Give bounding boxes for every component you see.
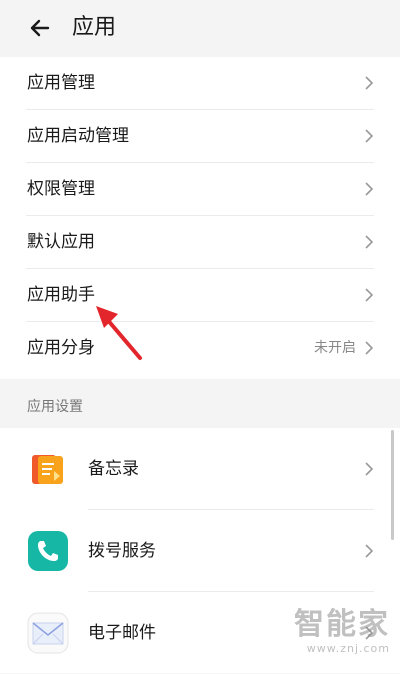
app-item-dialer[interactable]: 拨号服务 <box>0 510 400 592</box>
watermark-logo: 智能家 <box>294 607 390 642</box>
annotation-arrow-icon <box>96 306 142 360</box>
app-item-label: 拨号服务 <box>88 541 156 561</box>
app-item-label: 备忘录 <box>88 459 139 479</box>
watermark: 智能家 www.znj.com <box>270 608 390 656</box>
scrollbar[interactable] <box>391 430 394 540</box>
header: 应用 <box>0 0 400 56</box>
back-arrow-icon[interactable] <box>24 12 56 44</box>
menu-item-label: 默认应用 <box>27 232 95 252</box>
chevron-right-icon <box>365 235 374 249</box>
main-menu-card: 应用管理 应用启动管理 权限管理 默认应用 应用助手 应用分身 未开启 <box>0 57 400 379</box>
menu-item-label: 应用分身 <box>27 338 95 358</box>
chevron-right-icon <box>365 129 374 143</box>
menu-item-permission-management[interactable]: 权限管理 <box>0 163 400 216</box>
section-title-app-settings: 应用设置 <box>27 399 83 415</box>
page-title: 应用 <box>72 15 117 40</box>
menu-item-label: 应用启动管理 <box>27 126 129 146</box>
menu-item-app-management[interactable]: 应用管理 <box>0 57 400 110</box>
watermark-url: www.znj.com <box>306 642 390 655</box>
menu-item-label: 权限管理 <box>27 179 95 199</box>
app-item-label: 电子邮件 <box>88 623 156 643</box>
email-icon <box>27 612 69 654</box>
app-item-memo[interactable]: 备忘录 <box>0 428 400 510</box>
menu-item-label: 应用助手 <box>27 285 95 305</box>
chevron-right-icon <box>365 76 374 90</box>
chevron-right-icon <box>365 182 374 196</box>
menu-item-app-twin[interactable]: 应用分身 未开启 <box>0 322 400 375</box>
chevron-right-icon <box>365 288 374 302</box>
phone-icon <box>28 531 68 571</box>
menu-item-default-apps[interactable]: 默认应用 <box>0 216 400 269</box>
menu-item-label: 应用管理 <box>27 73 95 93</box>
chevron-right-icon <box>365 462 374 476</box>
app-twin-status: 未开启 <box>314 340 356 356</box>
chevron-right-icon <box>365 544 374 558</box>
menu-item-app-launch-management[interactable]: 应用启动管理 <box>0 110 400 163</box>
memo-icon <box>32 455 63 484</box>
menu-item-app-assistant[interactable]: 应用助手 <box>0 269 400 322</box>
chevron-right-icon <box>365 341 374 355</box>
